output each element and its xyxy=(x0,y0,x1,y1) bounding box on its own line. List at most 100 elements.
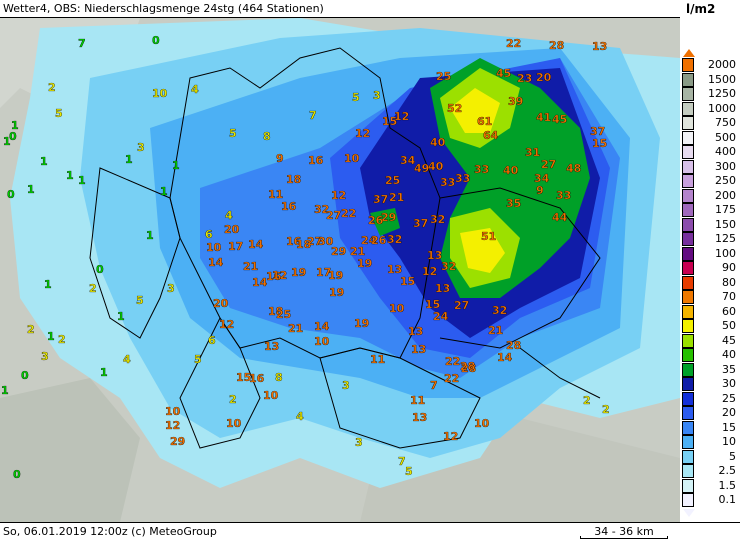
station-value: 0 xyxy=(21,369,29,382)
legend-row: 2000 xyxy=(680,58,740,72)
station-value: 10 xyxy=(226,417,242,430)
station-value: 39 xyxy=(508,95,523,108)
station-value: 15 xyxy=(592,137,607,150)
station-value: 20 xyxy=(213,297,229,310)
station-value: 12 xyxy=(331,189,346,202)
station-value: 33 xyxy=(440,176,455,189)
station-value: 27 xyxy=(326,209,341,222)
station-value: 32 xyxy=(387,233,402,246)
station-value: 18 xyxy=(286,173,301,186)
station-value: 3 xyxy=(342,379,350,392)
legend-label: 90 xyxy=(722,261,736,274)
legend-swatch xyxy=(682,304,694,319)
color-legend: l/m2 2000 1500 1250 1000 750 500 400 300 250 200 1… xyxy=(680,0,740,522)
precipitation-map[interactable]: 7 0 22 28 13 25 45 23 20 52 61 64 39 41 45 37 15 31 40 27 48… xyxy=(0,18,680,522)
legend-swatch xyxy=(682,246,694,261)
station-value: 32 xyxy=(492,304,507,317)
legend-swatch xyxy=(682,159,694,174)
legend-row: 30 xyxy=(680,377,740,391)
station-value: 9 xyxy=(276,152,284,165)
legend-swatch xyxy=(682,478,694,493)
legend-label: 250 xyxy=(715,174,736,187)
station-value: 19 xyxy=(329,286,344,299)
legend-swatch xyxy=(682,319,694,333)
legend-label: 300 xyxy=(715,159,736,173)
legend-row: 2.5 xyxy=(680,464,740,478)
station-value: 1 xyxy=(125,153,133,166)
legend-label: 70 xyxy=(722,290,736,303)
station-value: 22 xyxy=(341,207,356,220)
scale-bar: 34 - 36 km xyxy=(580,523,668,541)
legend-row: 200 xyxy=(680,188,740,203)
station-value: 33 xyxy=(556,189,571,202)
station-value: 24 xyxy=(433,310,449,323)
legend-swatch xyxy=(682,145,694,159)
timestamp-copyright: So, 06.01.2019 12:00z (c) MeteoGroup xyxy=(3,525,217,538)
station-value: 0 xyxy=(9,130,17,143)
station-value: 1 xyxy=(160,185,168,198)
station-value: 16 xyxy=(308,154,324,167)
legend-swatch xyxy=(682,406,694,420)
station-value: 5 xyxy=(352,91,360,104)
station-value: 3 xyxy=(137,141,145,154)
station-value: 33 xyxy=(474,163,489,176)
station-value: 26 xyxy=(368,214,384,227)
station-value: 21 xyxy=(243,260,258,273)
legend-label: 2000 xyxy=(708,58,736,71)
station-value: 1 xyxy=(146,229,154,242)
station-value: 22 xyxy=(444,372,459,385)
station-value: 10 xyxy=(152,87,168,100)
station-value: 10 xyxy=(389,302,405,315)
legend-label: 25 xyxy=(722,391,736,405)
legend-row: 150 xyxy=(680,217,740,232)
station-value: 26 xyxy=(371,234,387,247)
legend-swatch xyxy=(682,261,694,275)
legend-label: 20 xyxy=(722,406,736,419)
station-value: 16 xyxy=(281,200,297,213)
legend-label: 15 xyxy=(722,420,736,434)
station-value: 61 xyxy=(477,115,492,128)
station-value: 2 xyxy=(58,333,66,346)
legend-swatch xyxy=(682,232,694,246)
station-value: 1 xyxy=(100,366,108,379)
legend-swatch xyxy=(682,101,694,116)
station-value: 8 xyxy=(263,130,271,143)
legend-swatch xyxy=(682,435,694,449)
legend-label: 1.5 xyxy=(718,478,737,492)
station-value: 5 xyxy=(405,465,413,478)
station-value: 20 xyxy=(224,223,240,236)
station-value: 45 xyxy=(496,67,511,80)
station-value: 25 xyxy=(385,174,400,187)
station-value: 2 xyxy=(583,394,591,407)
legend-label: 125 xyxy=(715,232,736,245)
station-value: 32 xyxy=(430,213,445,226)
station-value: 0 xyxy=(13,468,21,481)
station-value: 64 xyxy=(483,129,499,142)
station-value: 8 xyxy=(275,371,283,384)
station-value: 4 xyxy=(225,209,233,222)
station-value: 10 xyxy=(344,152,360,165)
station-value: 5 xyxy=(55,107,63,120)
legend-up-arrow-icon xyxy=(683,49,695,57)
station-value: 3 xyxy=(355,436,363,449)
legend-swatch xyxy=(682,58,694,72)
station-value: 1 xyxy=(1,384,9,397)
station-value: 22 xyxy=(506,37,521,50)
station-value: 0 xyxy=(96,263,104,276)
legend-row: 80 xyxy=(680,275,740,290)
station-value: 12 xyxy=(355,127,370,140)
legend-label: 100 xyxy=(715,246,736,260)
station-value: 19 xyxy=(328,269,343,282)
legend-row: 300 xyxy=(680,159,740,174)
legend-down-arrow-icon xyxy=(683,508,695,517)
legend-swatch xyxy=(682,290,694,304)
legend-label: 1250 xyxy=(708,87,736,100)
legend-swatch xyxy=(682,493,694,507)
station-value: 10 xyxy=(474,417,490,430)
legend-label: 45 xyxy=(722,333,736,347)
legend-row: 250 xyxy=(680,174,740,188)
station-value: 44 xyxy=(552,211,568,224)
station-value: 12 xyxy=(165,419,180,432)
map-title: Wetter4, OBS: Niederschlagsmenge 24stg (… xyxy=(3,2,324,15)
map-canvas: 7 0 22 28 1325 45 23 205261643941 4537153140 27 48… xyxy=(0,18,680,522)
